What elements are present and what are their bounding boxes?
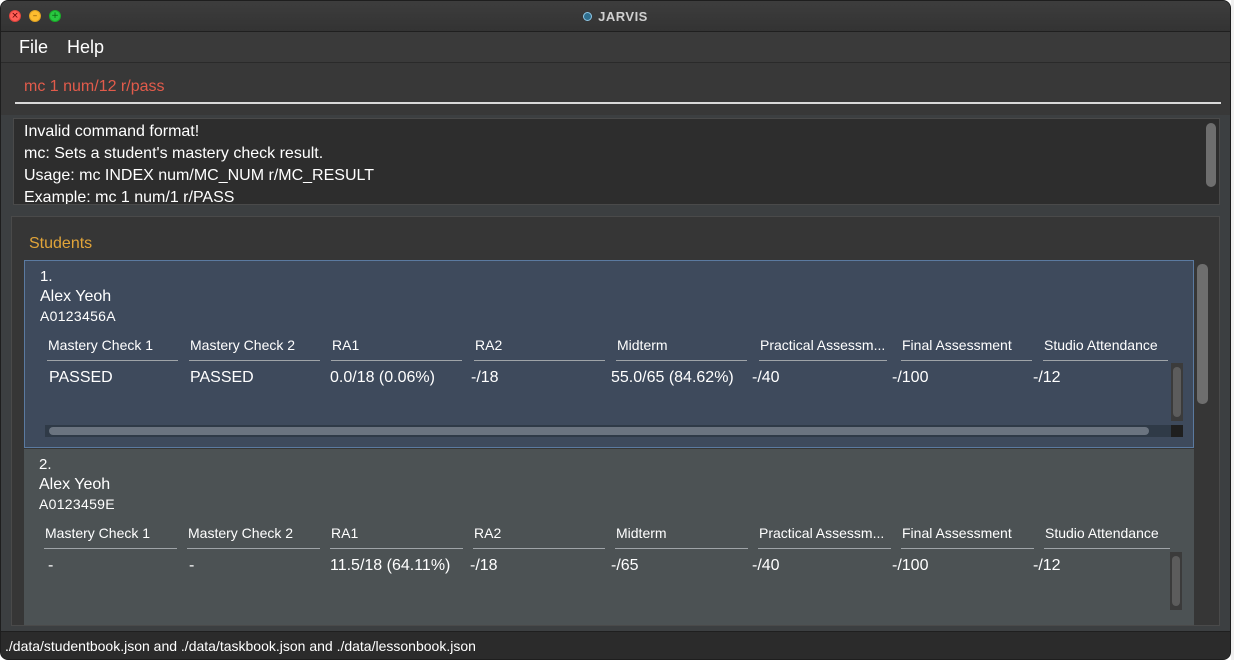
table-cell: 0.0/18 (0.06%) — [330, 369, 435, 386]
column-header[interactable]: Mastery Check 1 — [47, 337, 178, 361]
command-input[interactable] — [15, 71, 1221, 104]
column-header[interactable]: Mastery Check 2 — [187, 525, 320, 549]
table-cell: 55.0/65 (84.62%) — [611, 369, 734, 386]
table-horizontal-scrollbar[interactable] — [45, 425, 1171, 437]
title-bar: × – + JARVIS — [1, 1, 1230, 32]
table-cell: -/12 — [1033, 557, 1061, 574]
student-card[interactable]: 1. Alex Yeoh A0123456A Mastery Check 1 M… — [24, 260, 1194, 448]
scrollbar-corner — [1171, 425, 1183, 437]
column-header[interactable]: RA2 — [473, 525, 605, 549]
result-line: Invalid command format! — [24, 123, 200, 140]
table-vertical-scrollbar[interactable] — [1171, 363, 1183, 421]
menu-file[interactable]: File — [19, 37, 48, 58]
student-list-scrollbar[interactable] — [1197, 262, 1208, 622]
result-scrollbar-thumb[interactable] — [1206, 123, 1216, 187]
column-header[interactable]: Studio Attendance — [1044, 525, 1170, 549]
column-header[interactable]: RA1 — [331, 337, 462, 361]
status-bar: ./data/studentbook.json and ./data/taskb… — [1, 631, 1230, 659]
student-list-scrollbar-thumb[interactable] — [1197, 264, 1208, 404]
student-matric: A0123456A — [40, 308, 116, 324]
result-scrollbar[interactable] — [1206, 123, 1216, 199]
menu-bar: File Help — [1, 32, 1230, 63]
student-name: Alex Yeoh — [39, 476, 111, 493]
table-vertical-scrollbar-thumb[interactable] — [1172, 556, 1180, 606]
table-cell: -/18 — [470, 557, 498, 574]
student-index: 2. — [39, 456, 52, 473]
table-vertical-scrollbar-thumb[interactable] — [1173, 367, 1181, 417]
column-header[interactable]: RA1 — [330, 525, 463, 549]
student-card[interactable]: 2. Alex Yeoh A0123459E Mastery Check 1 M… — [24, 449, 1194, 625]
column-header[interactable]: RA2 — [474, 337, 605, 361]
table-cell: - — [189, 557, 195, 574]
result-display[interactable]: Invalid command format! mc: Sets a stude… — [13, 118, 1220, 205]
app-window: × – + JARVIS File Help Invalid command f… — [0, 0, 1231, 660]
column-header[interactable]: Final Assessment — [901, 337, 1032, 361]
app-icon — [583, 12, 593, 21]
column-header[interactable]: Mastery Check 2 — [189, 337, 320, 361]
table-cell: -/100 — [892, 557, 929, 574]
table-cell: -/40 — [752, 557, 780, 574]
student-index: 1. — [40, 268, 53, 285]
table-cell: -/100 — [892, 369, 929, 386]
result-line: Example: mc 1 num/1 r/PASS — [24, 189, 235, 205]
table-horizontal-scrollbar-thumb[interactable] — [49, 427, 1149, 435]
panel-title: Students — [29, 235, 93, 252]
result-line: Usage: mc INDEX num/MC_NUM r/MC_RESULT — [24, 167, 374, 184]
table-cell: -/18 — [471, 369, 499, 386]
window-title-group: JARVIS — [1, 1, 1230, 32]
menu-help[interactable]: Help — [67, 37, 104, 58]
table-cell: PASSED — [190, 369, 254, 386]
table-cell: - — [48, 557, 54, 574]
table-cell: PASSED — [49, 369, 113, 386]
student-list-panel: Students 1. Alex Yeoh A0123456A Mastery … — [11, 216, 1220, 626]
window-title: JARVIS — [598, 9, 648, 24]
table-cell: -/65 — [611, 557, 639, 574]
result-line: mc: Sets a student's mastery check resul… — [24, 145, 324, 162]
student-name: Alex Yeoh — [40, 288, 112, 305]
column-header[interactable]: Practical Assessm... — [758, 525, 891, 549]
column-header[interactable]: Practical Assessm... — [759, 337, 887, 361]
column-header[interactable]: Mastery Check 1 — [44, 525, 177, 549]
column-header[interactable]: Midterm — [616, 337, 747, 361]
table-cell: 11.5/18 (64.11%) — [330, 557, 451, 574]
table-cell: -/40 — [752, 369, 780, 386]
column-header[interactable]: Studio Attendance — [1043, 337, 1168, 361]
status-data-path: ./data/studentbook.json and ./data/taskb… — [5, 638, 476, 654]
column-header[interactable]: Final Assessment — [901, 525, 1034, 549]
table-cell: -/12 — [1033, 369, 1061, 386]
command-box — [1, 63, 1230, 115]
column-header[interactable]: Midterm — [615, 525, 748, 549]
table-vertical-scrollbar[interactable] — [1170, 552, 1182, 610]
student-matric: A0123459E — [39, 496, 115, 512]
